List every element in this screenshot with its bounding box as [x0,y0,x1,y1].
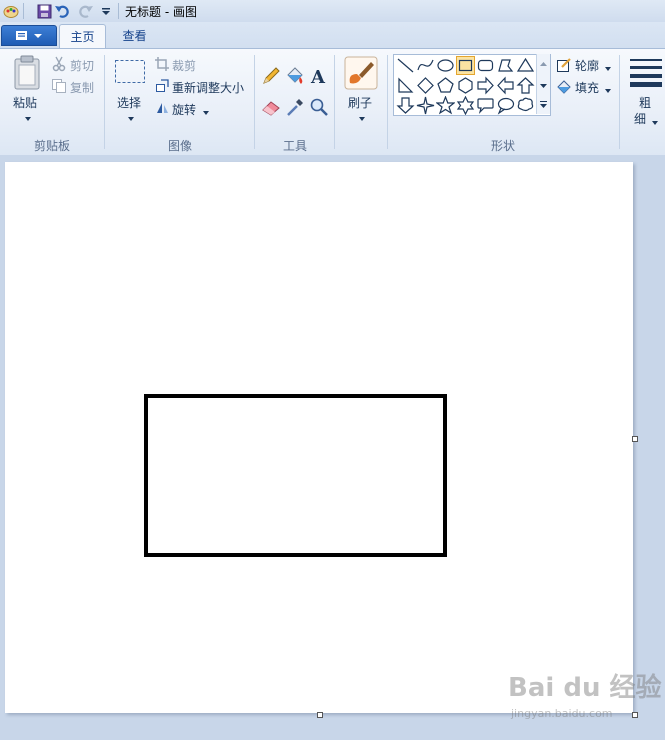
triangle-shape-icon[interactable] [516,56,535,75]
pencil-icon[interactable] [260,66,282,89]
hexagon-shape-icon[interactable] [456,76,475,95]
size-label-line1[interactable]: 粗 [639,94,651,111]
canvas-resize-handle-right[interactable] [632,436,638,442]
line-shape-icon[interactable] [396,56,415,75]
select-label[interactable]: 选择 [117,94,141,111]
group-separator [104,55,105,149]
paste-dropdown-icon[interactable] [24,111,32,125]
outline-icon [556,57,572,76]
left-arrow-shape-icon[interactable] [496,76,515,95]
rounded-rectangle-shape-icon[interactable] [476,56,495,75]
shapes-gallery-scrollbar[interactable] [536,54,550,114]
down-arrow-shape-icon[interactable] [396,96,415,115]
polygon-shape-icon[interactable] [496,56,515,75]
customize-qat-icon[interactable] [97,2,115,20]
tab-home[interactable]: 主页 [59,24,106,49]
cut-button[interactable]: 剪切 [70,57,94,74]
right-triangle-shape-icon[interactable] [396,76,415,95]
crop-icon [155,57,169,74]
baidu-watermark: Bai du 经验 jingyan.baidu.com [508,667,662,720]
outline-button[interactable]: 轮廓 [575,57,599,74]
oval-shape-icon[interactable] [436,56,455,75]
canvas-resize-handle-corner[interactable] [632,712,638,718]
qat-separator [118,3,119,19]
size-label-line2[interactable]: 细 [634,110,646,127]
paste-label[interactable]: 粘贴 [13,94,37,111]
app-menu-button[interactable] [1,25,57,46]
fill-dropdown-icon[interactable] [604,83,612,97]
watermark-url: jingyan.baidu.com [511,707,613,720]
pentagon-shape-icon[interactable] [436,76,455,95]
qat-separator [23,3,24,19]
svg-text:A: A [310,67,326,87]
line-size-icon [630,59,662,87]
title-bar: 无标题 - 画图 [0,0,665,23]
rotate-dropdown-icon[interactable] [202,105,210,119]
fill-shape-icon [556,79,572,98]
paste-button[interactable] [12,55,42,94]
right-arrow-shape-icon[interactable] [476,76,495,95]
outline-dropdown-icon[interactable] [604,61,612,75]
fill-button[interactable]: 填充 [575,79,599,96]
drawn-rectangle[interactable] [144,394,447,557]
undo-icon[interactable] [53,2,71,20]
diamond-shape-icon[interactable] [416,76,435,95]
brushes-label[interactable]: 刷子 [348,94,372,111]
shapes-group-label: 形状 [490,139,515,153]
four-point-star-shape-icon[interactable] [416,96,435,115]
rotate-icon [155,101,169,118]
rotate-button[interactable]: 旋转 [172,101,196,118]
group-separator [334,55,335,149]
app-menu-icon [16,31,42,40]
oval-callout-shape-icon[interactable] [496,96,515,115]
group-separator [254,55,255,149]
fill-icon[interactable] [284,66,306,89]
six-point-star-shape-icon[interactable] [456,95,475,116]
copy-button[interactable]: 复制 [70,79,94,96]
brushes-dropdown-icon[interactable] [358,111,366,125]
copy-icon [51,78,67,97]
redo-icon[interactable] [77,2,95,20]
crop-button[interactable]: 裁剪 [172,57,196,74]
quick-access-toolbar [2,2,122,20]
image-group-label: 图像 [167,139,192,153]
brush-icon [344,56,378,90]
shapes-gallery [393,54,551,116]
clipboard-group-label: 剪贴板 [33,139,70,153]
canvas-resize-handle-bottom[interactable] [317,712,323,718]
ribbon-home: 粘贴 剪切 复制 剪贴板 选择 裁剪 重新调整大小 旋转 图像 A 工具 刷子 … [0,48,665,156]
tab-view[interactable]: 查看 [112,24,157,48]
group-separator [619,55,620,149]
rectangle-shape-icon[interactable] [456,56,475,75]
watermark-logo: Bai du 经验 [508,673,662,703]
select-dropdown-icon[interactable] [127,111,135,125]
clipboard-icon [14,55,40,90]
resize-icon [155,79,169,96]
size-button[interactable] [630,57,662,90]
rounded-callout-shape-icon[interactable] [476,96,495,115]
select-rectangle-icon [115,60,145,83]
tools-group-label: 工具 [282,139,307,153]
cut-icon [51,56,67,75]
ribbon-tab-row: 主页 查看 [0,22,665,49]
group-separator [387,55,388,149]
text-icon[interactable]: A [308,65,330,90]
save-icon[interactable] [35,2,53,20]
size-dropdown-icon[interactable] [651,115,659,129]
curve-shape-icon[interactable] [416,56,435,75]
select-button[interactable] [114,59,146,88]
brushes-button[interactable] [344,56,378,93]
paint-app-icon[interactable] [2,2,20,20]
magnifier-icon[interactable] [308,97,330,120]
five-point-star-shape-icon[interactable] [435,95,456,115]
cloud-callout-shape-icon[interactable] [516,96,535,115]
resize-button[interactable]: 重新调整大小 [172,79,244,96]
eraser-icon[interactable] [260,97,282,120]
up-arrow-shape-icon[interactable] [516,76,535,95]
color-picker-icon[interactable] [284,97,306,120]
window-title: 无标题 - 画图 [125,5,197,19]
